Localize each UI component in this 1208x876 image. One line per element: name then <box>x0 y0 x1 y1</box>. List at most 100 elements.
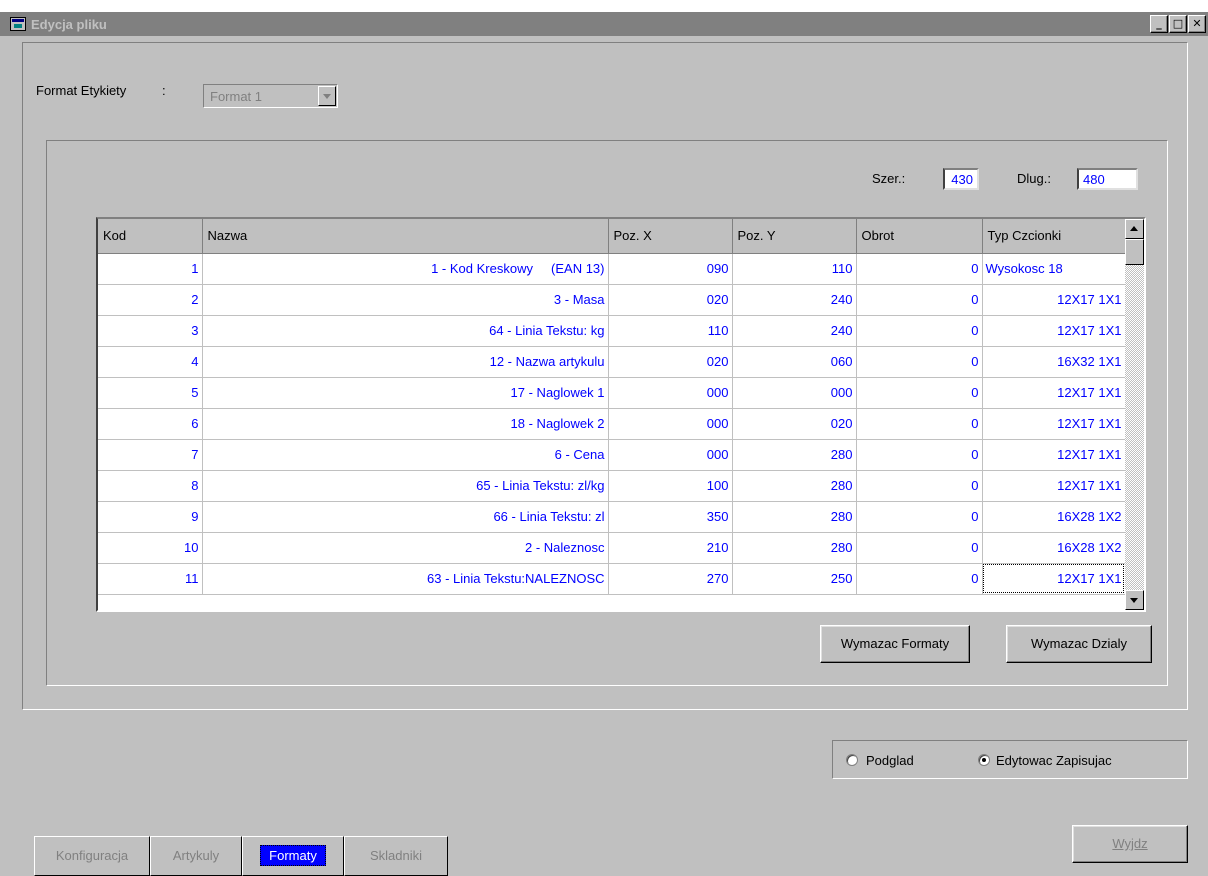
cell-typ-czcionki[interactable]: Wysokosc 18 <box>982 253 1126 285</box>
cell-obrot[interactable]: 0 <box>856 284 983 316</box>
cell-kod[interactable]: 1 <box>98 253 203 285</box>
cell-typ-czcionki[interactable]: 12X17 1X1 <box>982 439 1126 471</box>
cell-obrot[interactable]: 0 <box>856 408 983 440</box>
cell-nazwa[interactable]: 66 - Linia Tekstu: zl <box>202 501 609 533</box>
podglad-radio[interactable] <box>846 754 858 766</box>
cell-nazwa[interactable]: 12 - Nazwa artykulu <box>202 346 609 378</box>
cell-obrot[interactable]: 0 <box>856 377 983 409</box>
tab-artykuly[interactable]: Artykuly <box>150 836 242 876</box>
tab-konfiguracja[interactable]: Konfiguracja <box>34 836 150 876</box>
cell-typ-czcionki[interactable]: 16X28 1X2 <box>982 532 1126 564</box>
cell-nazwa[interactable]: 64 - Linia Tekstu: kg <box>202 315 609 347</box>
cell-nazwa[interactable]: 18 - Naglowek 2 <box>202 408 609 440</box>
cell-typ-czcionki[interactable]: 16X32 1X1 <box>982 346 1126 378</box>
edytowac-zapisujac-label[interactable]: Edytowac Zapisujac <box>996 753 1112 768</box>
cell-kod[interactable]: 5 <box>98 377 203 409</box>
table-row[interactable]: 3 64 - Linia Tekstu: kg 110 240 0 12X17 1X1 <box>98 315 1126 347</box>
minimize-button[interactable]: _ <box>1150 15 1168 33</box>
cell-poz-y[interactable]: 240 <box>732 284 857 316</box>
column-header-obrot[interactable]: Obrot <box>856 219 983 254</box>
column-header-typ-czcionki[interactable]: Typ Czcionki <box>982 219 1126 254</box>
close-button[interactable]: ✕ <box>1188 15 1206 33</box>
cell-obrot[interactable]: 0 <box>856 315 983 347</box>
cell-typ-czcionki[interactable]: 12X17 1X1 <box>982 563 1126 595</box>
tab-skladniki[interactable]: Skladniki <box>344 836 448 876</box>
cell-kod[interactable]: 11 <box>98 563 203 595</box>
cell-poz-y[interactable]: 060 <box>732 346 857 378</box>
column-header-poz-x[interactable]: Poz. X <box>608 219 733 254</box>
table-row[interactable]: 23 - Masa 020 240 0 12X17 1X1 <box>98 284 1126 316</box>
scroll-up-arrow-icon[interactable] <box>1125 219 1144 239</box>
szer-input[interactable]: 430 <box>943 168 979 190</box>
cell-typ-czcionki[interactable]: 12X17 1X1 <box>982 284 1126 316</box>
cell-obrot[interactable]: 0 <box>856 563 983 595</box>
cell-obrot[interactable]: 0 <box>856 253 983 285</box>
cell-poz-y[interactable]: 280 <box>732 439 857 471</box>
cell-obrot[interactable]: 0 <box>856 470 983 502</box>
scroll-thumb[interactable] <box>1125 239 1144 265</box>
table-row[interactable]: 8 65 - Linia Tekstu: zl/kg 100 280 0 12X17 1X… <box>98 470 1126 502</box>
table-row[interactable]: 10 2 - Naleznosc 210 280 0 16X28 1X2 <box>98 532 1126 564</box>
cell-typ-czcionki[interactable]: 12X17 1X1 <box>982 315 1126 347</box>
cell-typ-czcionki[interactable]: 12X17 1X1 <box>982 408 1126 440</box>
cell-poz-x[interactable]: 000 <box>608 408 733 440</box>
cell-kod[interactable]: 2 <box>98 284 203 316</box>
podglad-label[interactable]: Podglad <box>866 753 914 768</box>
cell-kod[interactable]: 6 <box>98 408 203 440</box>
cell-typ-czcionki[interactable]: 12X17 1X1 <box>982 470 1126 502</box>
column-header-nazwa[interactable]: Nazwa <box>202 219 609 254</box>
cell-poz-x[interactable]: 090 <box>608 253 733 285</box>
maximize-button[interactable]: □ <box>1169 15 1187 33</box>
cell-nazwa[interactable]: 6 - Cena <box>202 439 609 471</box>
column-header-poz-y[interactable]: Poz. Y <box>732 219 857 254</box>
wymazac-dzialy-button[interactable]: Wymazac Dzialy <box>1006 625 1152 663</box>
cell-obrot[interactable]: 0 <box>856 346 983 378</box>
cell-poz-y[interactable]: 110 <box>732 253 857 285</box>
dlug-input[interactable]: 480 <box>1077 168 1138 190</box>
cell-obrot[interactable]: 0 <box>856 439 983 471</box>
cell-poz-y[interactable]: 280 <box>732 470 857 502</box>
cell-poz-x[interactable]: 210 <box>608 532 733 564</box>
cell-nazwa[interactable]: 3 - Masa <box>202 284 609 316</box>
edytowac-zapisujac-radio[interactable] <box>978 754 990 766</box>
cell-poz-x[interactable]: 020 <box>608 346 733 378</box>
cell-kod[interactable]: 10 <box>98 532 203 564</box>
cell-poz-x[interactable]: 270 <box>608 563 733 595</box>
cell-poz-x[interactable]: 110 <box>608 315 733 347</box>
table-row[interactable]: 9 66 - Linia Tekstu: zl 350 280 0 16X28 1X2 <box>98 501 1126 533</box>
table-row[interactable]: 5 17 - Naglowek 1 000 000 0 12X17 1X1 <box>98 377 1126 409</box>
table-row[interactable]: 76 - Cena 000 280 0 12X17 1X1 <box>98 439 1126 471</box>
scroll-down-arrow-icon[interactable] <box>1125 590 1144 610</box>
fields-grid[interactable]: Kod Nazwa Poz. X Poz. Y Obrot Typ Czcion… <box>96 217 1146 612</box>
table-row[interactable]: 11 - Kod Kreskowy (EAN 13) 090 110 0 Wysokos… <box>98 253 1126 285</box>
tab-formaty[interactable]: Formaty <box>242 836 344 876</box>
cell-poz-y[interactable]: 280 <box>732 501 857 533</box>
cell-poz-y[interactable]: 000 <box>732 377 857 409</box>
cell-nazwa[interactable]: 1 - Kod Kreskowy (EAN 13) <box>202 253 609 285</box>
cell-kod[interactable]: 4 <box>98 346 203 378</box>
cell-typ-czcionki[interactable]: 16X28 1X2 <box>982 501 1126 533</box>
title-bar[interactable]: Edycja pliku _ □ ✕ <box>0 12 1208 36</box>
chevron-down-icon[interactable] <box>318 86 336 106</box>
cell-obrot[interactable]: 0 <box>856 532 983 564</box>
cell-kod[interactable]: 3 <box>98 315 203 347</box>
cell-kod[interactable]: 9 <box>98 501 203 533</box>
cell-kod[interactable]: 7 <box>98 439 203 471</box>
cell-kod[interactable]: 8 <box>98 470 203 502</box>
table-row[interactable]: 4 12 - Nazwa artykulu 020 060 0 16X32 1X1 <box>98 346 1126 378</box>
cell-poz-x[interactable]: 100 <box>608 470 733 502</box>
vertical-scrollbar[interactable] <box>1125 219 1144 610</box>
cell-poz-y[interactable]: 240 <box>732 315 857 347</box>
cell-poz-x[interactable]: 000 <box>608 377 733 409</box>
cell-poz-x[interactable]: 350 <box>608 501 733 533</box>
column-header-kod[interactable]: Kod <box>98 219 203 254</box>
cell-nazwa[interactable]: 17 - Naglowek 1 <box>202 377 609 409</box>
cell-poz-x[interactable]: 020 <box>608 284 733 316</box>
table-row[interactable]: 11 63 - Linia Tekstu:NALEZNOSC 270 250 0 12X1… <box>98 563 1126 595</box>
format-select[interactable]: Format 1 <box>203 84 338 108</box>
cell-nazwa[interactable]: 2 - Naleznosc <box>202 532 609 564</box>
table-row[interactable]: 6 18 - Naglowek 2 000 020 0 12X17 1X1 <box>98 408 1126 440</box>
cell-obrot[interactable]: 0 <box>856 501 983 533</box>
cell-nazwa[interactable]: 65 - Linia Tekstu: zl/kg <box>202 470 609 502</box>
cell-poz-y[interactable]: 280 <box>732 532 857 564</box>
